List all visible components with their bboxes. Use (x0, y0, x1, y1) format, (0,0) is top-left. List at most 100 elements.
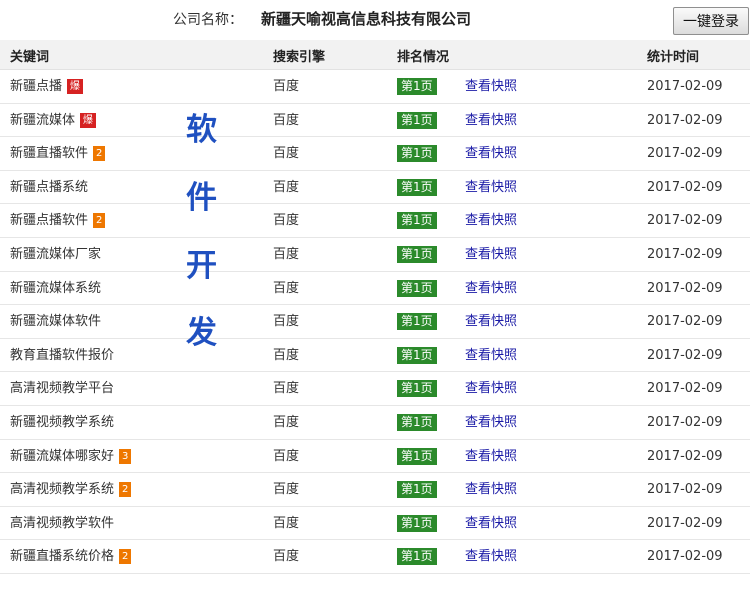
rank-cell: 第1页 (397, 481, 437, 499)
keyword-cell: 新疆流媒体厂家 (10, 247, 101, 263)
rank-badge: 第1页 (397, 279, 437, 297)
table-row: 新疆流媒体厂家 百度 第1页 查看快照 2017-02-09 (0, 238, 750, 272)
keyword-cell: 高清视频教学软件 (10, 516, 114, 532)
engine-cell: 百度 (273, 448, 300, 464)
view-snapshot-link[interactable]: 查看快照 (465, 314, 517, 330)
rank-badge: 第1页 (397, 245, 437, 263)
view-snapshot-link[interactable]: 查看快照 (465, 549, 517, 565)
view-snapshot-link[interactable]: 查看快照 (465, 79, 517, 95)
rank-cell: 第1页 (397, 279, 437, 297)
view-snapshot-link[interactable]: 查看快照 (465, 146, 517, 162)
table-row: 新疆点播软件 2 百度 第1页 查看快照 2017-02-09 (0, 204, 750, 238)
table-row: 新疆点播爆 百度 第1页 查看快照 2017-02-09 (0, 70, 750, 104)
view-snapshot-link[interactable]: 查看快照 (465, 482, 517, 498)
keyword-text: 新疆视频教学系统 (10, 414, 115, 430)
view-snapshot-link[interactable]: 查看快照 (465, 516, 517, 532)
keyword-text: 新疆点播软件 (10, 213, 89, 229)
rank-badge: 第1页 (397, 145, 437, 163)
keyword-text: 新疆流媒体哪家好 (10, 448, 115, 464)
keyword-cell: 新疆流媒体软件 (10, 314, 101, 330)
table-row: 新疆流媒体爆 百度 第1页 查看快照 2017-02-09 (0, 104, 750, 138)
rank-cell: 第1页 (397, 548, 437, 566)
rank-badge: 第1页 (397, 548, 437, 566)
date-cell: 2017-02-09 (647, 246, 723, 262)
rank-cell: 第1页 (397, 447, 437, 465)
view-snapshot-link[interactable]: 查看快照 (465, 449, 517, 465)
table-row: 高清视频教学软件 百度 第1页 查看快照 2017-02-09 (0, 507, 750, 541)
keyword-badge: 爆 (67, 79, 84, 94)
rank-cell: 第1页 (397, 178, 437, 196)
date-cell: 2017-02-09 (647, 179, 723, 195)
engine-cell: 百度 (273, 414, 300, 430)
engine-cell: 百度 (273, 112, 300, 128)
keyword-cell: 新疆点播爆 (10, 79, 84, 95)
rank-cell: 第1页 (397, 78, 437, 95)
view-snapshot-link[interactable]: 查看快照 (465, 213, 517, 229)
rank-cell: 第1页 (397, 514, 437, 532)
rank-cell: 第1页 (397, 145, 437, 163)
keyword-cell: 新疆视频教学系统 (10, 415, 114, 431)
date-cell: 2017-02-09 (647, 482, 723, 498)
rank-badge: 第1页 (397, 481, 437, 499)
date-cell: 2017-02-09 (647, 280, 723, 296)
engine-cell: 百度 (273, 381, 300, 397)
keyword-cell: 新疆流媒体哪家好 3 (10, 448, 132, 465)
rank-badge: 第1页 (397, 447, 437, 465)
keyword-badge: 爆 (80, 112, 97, 128)
engine-cell: 百度 (273, 213, 300, 229)
keyword-text: 高清视频教学平台 (10, 381, 115, 397)
keyword-badge: 2 (93, 146, 106, 162)
view-snapshot-link[interactable]: 查看快照 (465, 281, 517, 297)
engine-cell: 百度 (273, 515, 300, 531)
date-cell: 2017-02-09 (647, 314, 723, 330)
date-cell: 2017-02-09 (647, 112, 723, 128)
engine-cell: 百度 (273, 549, 300, 565)
rank-badge: 第1页 (397, 313, 437, 331)
keyword-badge: 2 (93, 213, 106, 229)
header-engine: 搜索引擎 (273, 50, 326, 65)
keyword-cell: 新疆流媒体爆 (10, 112, 97, 129)
rank-badge: 第1页 (397, 78, 437, 95)
keyword-badge: 2 (119, 549, 132, 565)
header-keyword: 关键词 (10, 50, 50, 65)
date-cell: 2017-02-09 (647, 414, 723, 430)
engine-cell: 百度 (273, 246, 300, 262)
keyword-table: 新疆点播爆 百度 第1页 查看快照 2017-02-09 新疆流媒体爆 百度 第… (0, 70, 750, 574)
table-row: 新疆直播软件 2 百度 第1页 查看快照 2017-02-09 (0, 137, 750, 171)
header-time: 统计时间 (647, 50, 700, 65)
rank-cell: 第1页 (397, 413, 437, 431)
date-cell: 2017-02-09 (647, 448, 723, 464)
one-click-login-button[interactable]: 一键登录 (673, 7, 749, 35)
date-cell: 2017-02-09 (647, 515, 723, 531)
rank-badge: 第1页 (397, 514, 437, 532)
table-row: 新疆流媒体软件 百度 第1页 查看快照 2017-02-09 (0, 305, 750, 339)
view-snapshot-link[interactable]: 查看快照 (465, 247, 517, 263)
company-label: 公司名称： (173, 12, 243, 28)
view-snapshot-link[interactable]: 查看快照 (465, 113, 517, 129)
keyword-text: 新疆直播系统价格 (10, 549, 115, 565)
rank-badge: 第1页 (397, 346, 437, 364)
rank-cell: 第1页 (397, 346, 437, 364)
company-name: 新疆天喻视高信息科技有限公司 (261, 10, 472, 28)
table-row: 新疆视频教学系统 百度 第1页 查看快照 2017-02-09 (0, 406, 750, 440)
view-snapshot-link[interactable]: 查看快照 (465, 381, 517, 397)
keyword-cell: 新疆点播软件 2 (10, 213, 106, 229)
keyword-cell: 新疆直播软件 2 (10, 146, 106, 162)
table-row: 高清视频教学平台 百度 第1页 查看快照 2017-02-09 (0, 372, 750, 406)
keyword-text: 高清视频教学系统 (10, 482, 115, 498)
engine-cell: 百度 (273, 280, 300, 296)
keyword-cell: 新疆流媒体系统 (10, 281, 101, 297)
keyword-text: 新疆点播 (10, 79, 63, 94)
engine-cell: 百度 (273, 347, 300, 363)
engine-cell: 百度 (273, 482, 300, 498)
table-row: 高清视频教学系统 2 百度 第1页 查看快照 2017-02-09 (0, 473, 750, 507)
rank-cell: 第1页 (397, 380, 437, 398)
keyword-badge: 2 (119, 482, 132, 498)
view-snapshot-link[interactable]: 查看快照 (465, 180, 517, 196)
view-snapshot-link[interactable]: 查看快照 (465, 348, 517, 364)
table-row: 新疆点播系统 百度 第1页 查看快照 2017-02-09 (0, 171, 750, 205)
keyword-text: 新疆流媒体厂家 (10, 246, 102, 262)
view-snapshot-link[interactable]: 查看快照 (465, 415, 517, 431)
engine-cell: 百度 (273, 79, 300, 94)
keyword-text: 教育直播软件报价 (10, 347, 115, 363)
